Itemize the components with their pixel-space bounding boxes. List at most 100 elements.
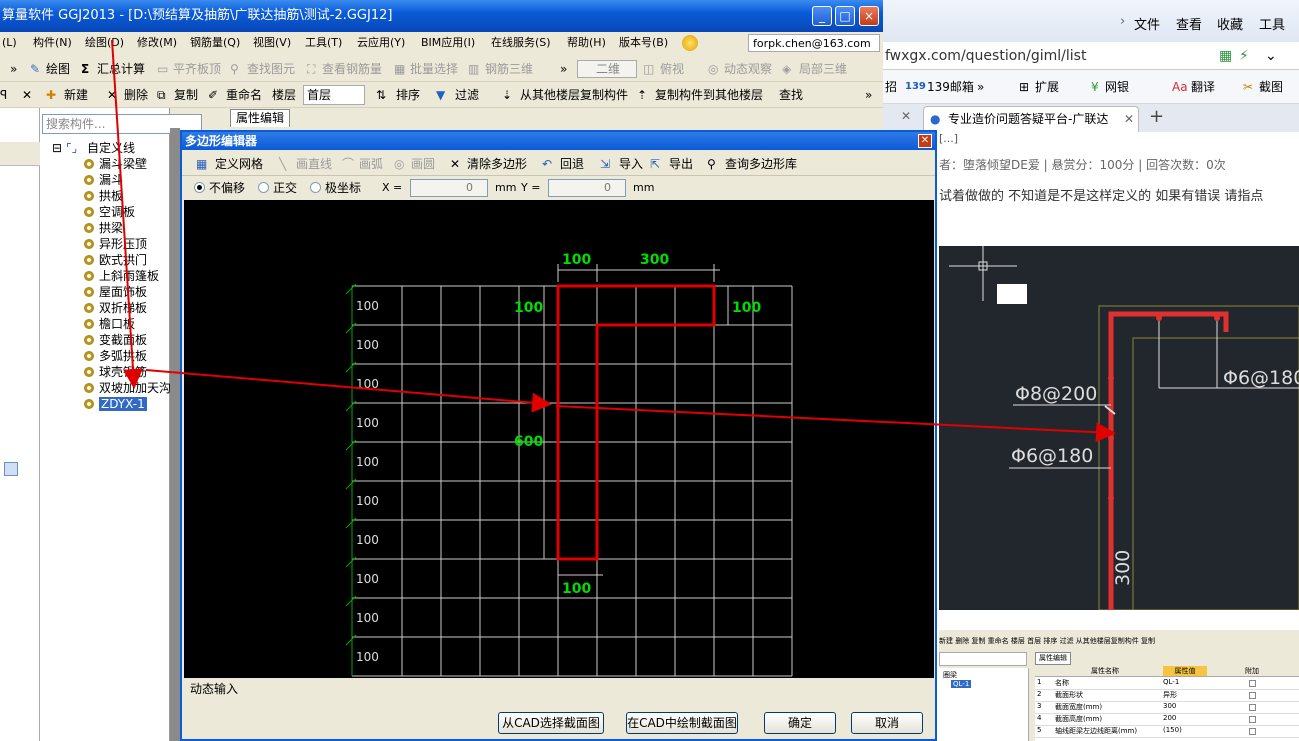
panel-close-icon[interactable]: ✕ <box>22 82 32 108</box>
ok-button[interactable]: 确定 <box>764 712 836 734</box>
menu-item-help[interactable]: 帮助(H) <box>567 32 606 54</box>
browser-menu-favorites[interactable]: 收藏 <box>1217 14 1243 33</box>
cad-draw-button[interactable]: 在CAD中绘制截面图 <box>626 712 738 734</box>
toolbar-overflow-icon-2[interactable]: » <box>560 56 567 82</box>
tab-close-icon[interactable]: ✕ <box>1124 107 1134 131</box>
find-button[interactable]: 查找 <box>779 82 803 108</box>
toolbar-overflow-icon-3[interactable]: » <box>865 82 872 108</box>
menu-item-draw[interactable]: 绘图(D) <box>85 32 124 54</box>
menu-item-tools[interactable]: 工具(T) <box>305 32 342 54</box>
close-icon[interactable]: × <box>859 6 879 26</box>
draw-circle-button[interactable]: 画圆 <box>411 152 435 176</box>
toolbar-overflow-icon[interactable]: » <box>10 56 17 82</box>
view-rebar-button[interactable]: 查看钢筋量 <box>322 56 382 82</box>
browser-menu-view[interactable]: 查看 <box>1176 14 1202 33</box>
tree-item[interactable]: 拱板 <box>84 188 123 204</box>
define-grid-button[interactable]: 定义网格 <box>215 152 263 176</box>
radio-ortho[interactable]: 正交 <box>258 177 297 199</box>
tree-item[interactable]: 双坡加加天沟 <box>84 380 171 396</box>
tree-item[interactable]: 檐口板 <box>84 316 135 332</box>
bookmark-bank[interactable]: 网银 <box>1105 70 1129 104</box>
export-button[interactable]: 导出 <box>669 152 693 176</box>
browser-menu-tools[interactable]: 工具 <box>1259 14 1285 33</box>
address-bar[interactable]: fwxgx.com/question/giml/list ▦ ⚡ ⌄ <box>883 42 1299 70</box>
chevron-down-icon[interactable]: ⌄ <box>1265 42 1277 70</box>
tree-item[interactable]: 空调板 <box>84 204 135 220</box>
batch-select-button[interactable]: 批量选择 <box>410 56 458 82</box>
clear-polygon-button[interactable]: 清除多边形 <box>467 152 527 176</box>
browser-menu-file[interactable]: 文件 <box>1134 14 1160 33</box>
rename-button[interactable]: 重命名 <box>226 82 262 108</box>
summary-button[interactable]: 汇总计算 <box>97 56 145 82</box>
floor-select[interactable]: 首层 <box>303 85 365 105</box>
find-elem-button[interactable]: 查找图元 <box>247 56 295 82</box>
menu-item-modify[interactable]: 修改(M) <box>137 32 177 54</box>
local-3d-button[interactable]: 局部三维 <box>799 56 847 82</box>
menu-item-version[interactable]: 版本号(B) <box>619 32 668 54</box>
tab-property-edit[interactable]: 属性编辑 <box>230 109 291 127</box>
menu-item-component[interactable]: 构件(N) <box>33 32 72 54</box>
tree-item[interactable]: 拱梁 <box>84 220 123 236</box>
radio-no-offset[interactable]: 不偏移 <box>194 177 245 199</box>
user-account-select[interactable]: forpk.chen@163.com <box>748 34 880 52</box>
browser-tab-active[interactable]: ● 专业造价问题答疑平台-广联达 ✕ <box>923 106 1139 132</box>
lightning-icon[interactable]: ⚡ <box>1239 42 1249 70</box>
menu-item-rebar[interactable]: 钢筋量(Q) <box>190 32 240 54</box>
bookmark-screenshot[interactable]: 截图 <box>1259 70 1283 104</box>
tree-item[interactable]: 上斜雨篷板 <box>84 268 159 284</box>
draw-arc-button[interactable]: 画弧 <box>359 152 383 176</box>
y-input[interactable]: 0 <box>548 179 626 197</box>
pin-icon[interactable]: ꟼ <box>0 82 7 108</box>
maximize-icon[interactable]: □ <box>835 6 855 26</box>
copy-from-floor-button[interactable]: 从其他楼层复制构件 <box>520 82 628 108</box>
tree-item[interactable]: 异形压顶 <box>84 236 147 252</box>
top-view-button[interactable]: 俯视 <box>660 56 684 82</box>
draw-line-button[interactable]: 画直线 <box>296 152 332 176</box>
tree-item[interactable]: 变截面板 <box>84 332 147 348</box>
tree-item[interactable]: 多弧拱板 <box>84 348 147 364</box>
polygon-canvas[interactable]: 100 100 100 100 100 100 100 100 100 100 100 300 100 1… <box>184 200 934 678</box>
bookmark-extensions[interactable]: 扩展 <box>1035 70 1059 104</box>
cad-select-button[interactable]: 从CAD选择截面图 <box>498 712 604 734</box>
menu-item-online[interactable]: 在线服务(S) <box>491 32 551 54</box>
rebar-3d-button[interactable]: 钢筋三维 <box>485 56 533 82</box>
flat-top-button[interactable]: 平齐板顶 <box>173 56 221 82</box>
draw-button[interactable]: 绘图 <box>46 56 70 82</box>
tree-item[interactable]: 双折梯板 <box>84 300 147 316</box>
tree-item[interactable]: ZDYX-1 <box>84 396 147 412</box>
qr-icon[interactable]: ▦ <box>1219 42 1232 70</box>
tree-item[interactable]: 漏斗梁壁 <box>84 156 147 172</box>
tree-item[interactable]: 欧式拱门 <box>84 252 147 268</box>
menu-item-cloud[interactable]: 云应用(Y) <box>357 32 405 54</box>
dynamic-view-button[interactable]: 动态观察 <box>724 56 772 82</box>
dialog-close-icon[interactable]: ✕ <box>918 134 932 148</box>
polygon-grid-svg[interactable]: 100 100 100 100 100 100 100 100 100 100 100 300 100 1… <box>184 200 934 678</box>
copy-button[interactable]: 复制 <box>174 82 198 108</box>
x-input[interactable]: 0 <box>410 179 488 197</box>
tree-collapse-icon[interactable]: ⊟ <box>52 140 62 156</box>
tab-close-icon-prev[interactable]: ✕ <box>901 109 911 123</box>
copy-to-floor-button[interactable]: 复制构件到其他楼层 <box>655 82 763 108</box>
minimize-icon[interactable]: _ <box>812 6 832 26</box>
menu-item-l[interactable]: (L) <box>2 32 17 54</box>
new-button[interactable]: 新建 <box>64 82 88 108</box>
tree-item[interactable]: 球壳钢筋 <box>84 364 147 380</box>
tree-root-label[interactable]: 自定义线 <box>87 140 135 156</box>
delete-button[interactable]: 删除 <box>124 82 148 108</box>
tree-item[interactable]: 屋面饰板 <box>84 284 147 300</box>
cancel-button[interactable]: 取消 <box>851 712 923 734</box>
import-button[interactable]: 导入 <box>619 152 643 176</box>
filter-button[interactable]: 过滤 <box>455 82 479 108</box>
view-mode-select[interactable]: 二维 <box>577 60 637 78</box>
bookmark-partial[interactable]: 招 <box>885 70 897 104</box>
tree-item[interactable]: 漏斗 <box>84 172 123 188</box>
sort-button[interactable]: 排序 <box>396 82 420 108</box>
new-tab-icon[interactable]: + <box>1149 106 1164 127</box>
undo-button[interactable]: 回退 <box>560 152 584 176</box>
radio-polar[interactable]: 极坐标 <box>310 177 361 199</box>
query-library-button[interactable]: 查询多边形库 <box>725 152 797 176</box>
menu-item-bim[interactable]: BIM应用(I) <box>421 32 475 54</box>
bookmark-translate[interactable]: 翻译 <box>1191 70 1215 104</box>
url-text[interactable]: fwxgx.com/question/giml/list <box>885 42 1086 70</box>
bookmark-139mail[interactable]: 139邮箱 <box>927 70 974 104</box>
